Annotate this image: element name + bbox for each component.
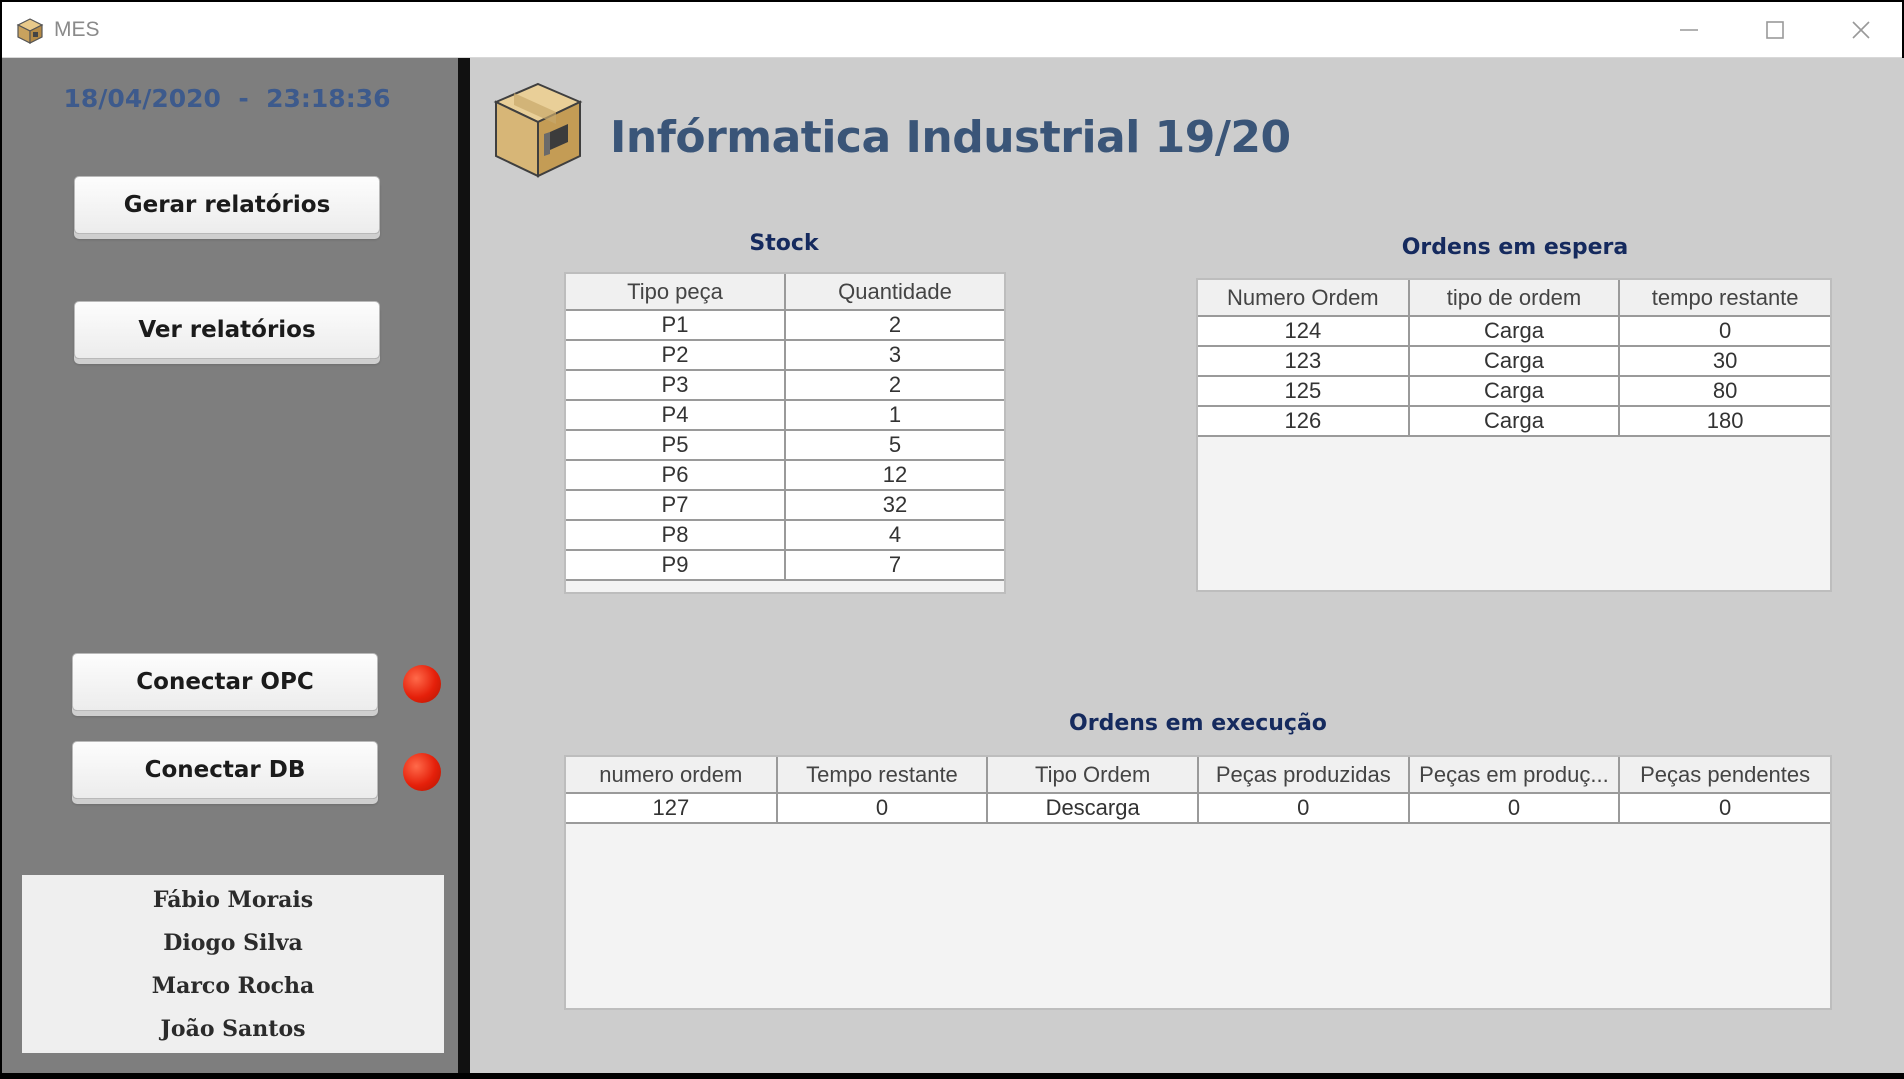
table-cell: 180 [1619,406,1830,437]
table-row[interactable]: P4 1 [566,400,1004,431]
waiting-orders-table[interactable]: Numero Ordem tipo de ordem tempo restant… [1196,278,1832,592]
table-cell: P8 [566,520,786,551]
column-header[interactable]: Tipo Ordem [987,757,1199,794]
datetime-display: 18/04/2020 - 23:18:36 [63,84,391,113]
table-cell: P5 [566,430,786,461]
table-cell: 0 [1197,793,1410,824]
table-cell: P9 [566,550,786,581]
table-cell: 0 [776,793,989,824]
table-row[interactable]: 125 Carga 80 [1198,376,1830,407]
table-cell: Carga [1408,376,1621,407]
table-cell: 124 [1198,316,1410,347]
box-logo-icon [493,82,583,178]
table-row[interactable]: 126 Carga 180 [1198,406,1830,437]
table-cell: 127 [566,793,778,824]
table-cell: 123 [1198,346,1410,377]
table-cell: Descarga [987,793,1199,824]
column-header[interactable]: Quantidade [785,274,1004,311]
table-row[interactable]: P8 4 [566,520,1004,551]
table-row[interactable]: 124 Carga 0 [1198,316,1830,347]
table-row[interactable]: P3 2 [566,370,1004,401]
table-cell: 0 [1619,793,1830,824]
column-header[interactable]: Tempo restante [776,757,989,794]
sidebar: 18/04/2020 - 23:18:36 Gerar relatórios V… [2,58,458,1073]
table-cell: 0 [1408,793,1621,824]
window-title: MES [54,18,100,41]
author-name: Fábio Morais [152,886,314,913]
table-cell: 80 [1619,376,1830,407]
table-header-row: Numero Ordem tipo de ordem tempo restant… [1198,280,1830,317]
maximize-icon [1766,21,1784,39]
table-cell: P7 [566,490,786,521]
connect-opc-button[interactable]: Conectar OPC [72,653,378,711]
authors-panel: Fábio Morais Diogo Silva Marco Rocha Joã… [22,875,444,1053]
table-cell: 2 [785,370,1004,401]
table-row[interactable]: P7 32 [566,490,1004,521]
table-cell: 0 [1619,316,1830,347]
table-cell: 125 [1198,376,1410,407]
title-bar: MES [2,2,1902,58]
stock-title: Stock [749,231,819,256]
page-title: Infórmatica Industrial 19/20 [610,112,1291,163]
author-name: Marco Rocha [151,972,315,999]
db-status-indicator [403,753,441,791]
table-cell: 5 [785,430,1004,461]
table-cell: 126 [1198,406,1410,437]
close-button[interactable] [1818,2,1904,58]
table-row[interactable]: 123 Carga 30 [1198,346,1830,377]
author-name: João Santos [160,1015,306,1042]
column-header[interactable]: Tipo peça [566,274,786,311]
table-cell: Carga [1408,316,1621,347]
author-name: Diogo Silva [163,929,303,956]
column-header[interactable]: Peças pendentes [1619,757,1830,794]
minimize-button[interactable] [1646,2,1732,58]
column-header[interactable]: tempo restante [1619,280,1830,317]
table-cell: P6 [566,460,786,491]
table-row[interactable]: P6 12 [566,460,1004,491]
main-panel: Infórmatica Industrial 19/20 Stock Tipo … [470,58,1904,1073]
table-cell: P3 [566,370,786,401]
view-reports-button[interactable]: Ver relatórios [74,301,380,359]
column-header[interactable]: numero ordem [566,757,778,794]
running-orders-table[interactable]: numero ordem Tempo restante Tipo Ordem P… [564,755,1832,1010]
table-cell: Carga [1408,346,1621,377]
table-cell: P1 [566,310,786,341]
waiting-orders-title: Ordens em espera [1401,235,1629,260]
table-cell: 1 [785,400,1004,431]
table-row[interactable]: P1 2 [566,310,1004,341]
maximize-button[interactable] [1732,2,1818,58]
table-cell: P2 [566,340,786,371]
table-cell: 30 [1619,346,1830,377]
table-cell: 32 [785,490,1004,521]
table-row[interactable]: 127 0 Descarga 0 0 0 [566,793,1830,824]
table-row[interactable]: P2 3 [566,340,1004,371]
app-box-icon [16,18,44,44]
sidebar-divider [458,58,470,1073]
generate-reports-button[interactable]: Gerar relatórios [74,176,380,234]
table-cell: 4 [785,520,1004,551]
running-orders-title: Ordens em execução [1069,711,1327,736]
column-header[interactable]: Peças produzidas [1197,757,1410,794]
table-row[interactable]: P9 7 [566,550,1004,581]
column-header[interactable]: tipo de ordem [1408,280,1621,317]
table-cell: 2 [785,310,1004,341]
table-header-row: Tipo peça Quantidade [566,274,1004,311]
connect-db-button[interactable]: Conectar DB [72,741,378,799]
table-cell: P4 [566,400,786,431]
opc-status-indicator [403,665,441,703]
table-cell: 7 [785,550,1004,581]
minimize-icon [1680,29,1698,31]
table-header-row: numero ordem Tempo restante Tipo Ordem P… [566,757,1830,794]
table-cell: 12 [785,460,1004,491]
stock-table[interactable]: Tipo peça Quantidade P1 2 P2 3 P3 2 P4 1 P5 5… [564,272,1006,594]
column-header[interactable]: Peças em produç... [1408,757,1621,794]
close-icon [1852,21,1870,39]
table-cell: 3 [785,340,1004,371]
column-header[interactable]: Numero Ordem [1198,280,1410,317]
table-row[interactable]: P5 5 [566,430,1004,461]
table-cell: Carga [1408,406,1621,437]
